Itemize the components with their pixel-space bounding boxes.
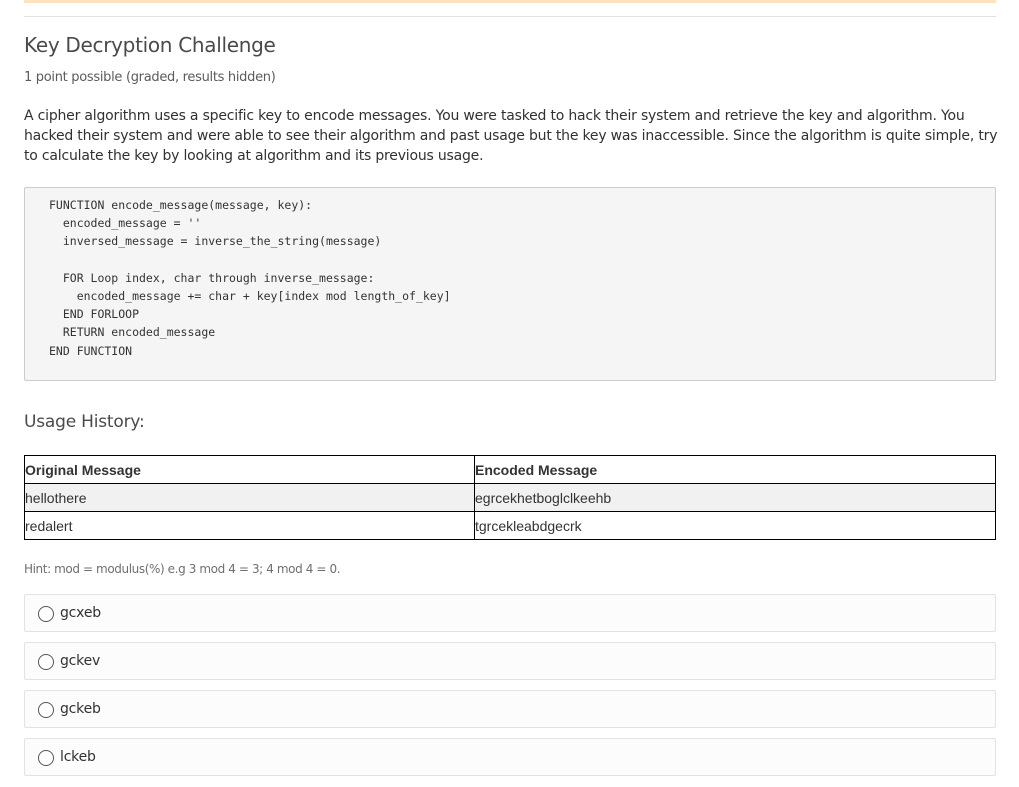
usage-history-table: Original Message Encoded Message helloth…: [24, 455, 996, 540]
column-header-encoded: Encoded Message: [474, 455, 996, 484]
answer-option[interactable]: gcxeb: [24, 594, 996, 632]
table-row: hellothere egrcekhetboglclkeehb: [24, 483, 996, 512]
points-info: 1 point possible (graded, results hidden…: [24, 70, 276, 85]
answer-option[interactable]: gckeb: [24, 690, 996, 728]
problem-description: A cipher algorithm uses a specific key t…: [24, 108, 998, 164]
problem-title: Key Decryption Challenge: [24, 33, 276, 57]
code-line: END FORLOOP: [49, 307, 140, 322]
code-content: FUNCTION encode_message(message, key): e…: [49, 196, 451, 360]
encoded-message-cell: tgrcekleabdgecrk: [474, 511, 996, 540]
encoded-message-cell: egrcekhetboglclkeehb: [474, 483, 996, 512]
table-header-row: Original Message Encoded Message: [24, 455, 996, 484]
radio-button[interactable]: [38, 702, 54, 718]
code-line: END FUNCTION: [49, 343, 133, 358]
answer-option-label: gcxeb: [60, 605, 101, 621]
table-row: redalert tgrcekleabdgecrk: [24, 511, 996, 540]
original-message-cell: redalert: [24, 511, 475, 540]
code-line: encoded_message = '': [49, 216, 202, 231]
answer-option[interactable]: gckev: [24, 642, 996, 680]
code-line: RETURN encoded_message: [49, 325, 216, 340]
code-line: FUNCTION encode_message(message, key):: [49, 198, 313, 212]
usage-history-heading: Usage History:: [24, 412, 145, 432]
radio-button[interactable]: [38, 606, 54, 622]
code-line: encoded_message += char + key[index mod …: [49, 289, 451, 304]
answer-option[interactable]: lckeb: [24, 738, 996, 776]
answer-option-label: lckeb: [60, 749, 96, 765]
divider: [24, 16, 996, 17]
hint-text: Hint: mod = modulus(%) e.g 3 mod 4 = 3; …: [24, 562, 341, 576]
top-accent-bar: [24, 0, 996, 3]
code-block: FUNCTION encode_message(message, key): e…: [24, 187, 996, 381]
column-header-original: Original Message: [24, 455, 475, 484]
answer-option-label: gckeb: [60, 701, 101, 717]
answer-option-label: gckev: [60, 653, 101, 669]
code-line: FOR Loop index, char through inverse_mes…: [49, 270, 375, 285]
original-message-cell: hellothere: [24, 483, 475, 512]
radio-button[interactable]: [38, 750, 54, 766]
radio-button[interactable]: [38, 654, 54, 670]
code-line: inversed_message = inverse_the_string(me…: [49, 234, 382, 249]
